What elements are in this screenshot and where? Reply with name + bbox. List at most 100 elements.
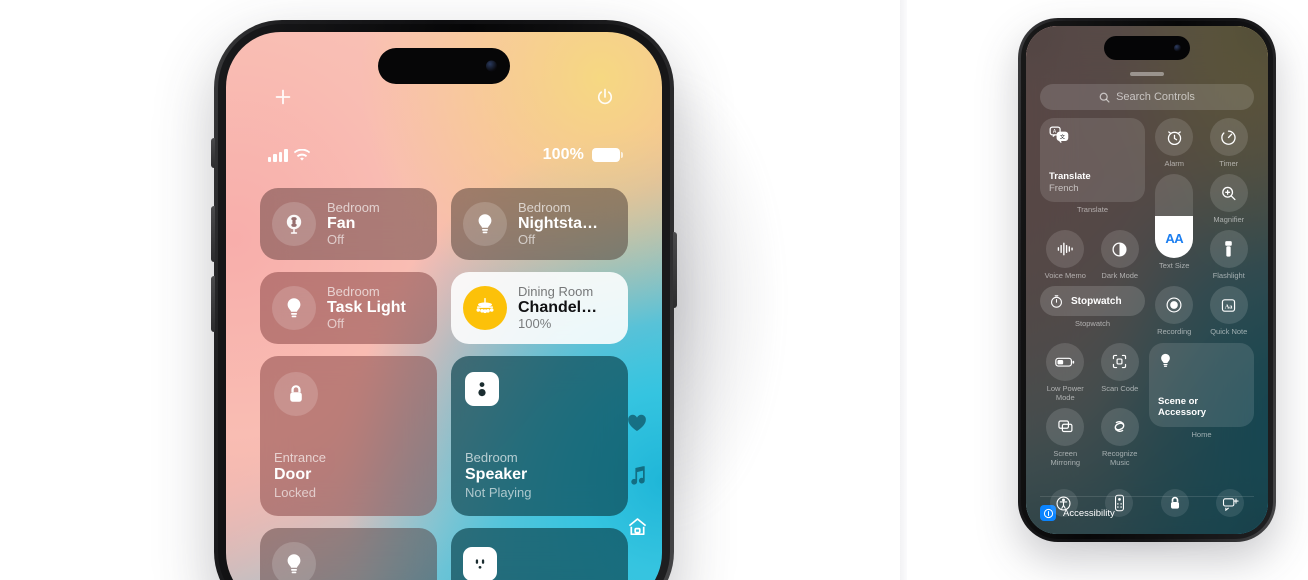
battery-low-icon	[1046, 342, 1085, 381]
control-low-power-mode[interactable]: Low Power Mode	[1040, 342, 1091, 402]
tile-text: Bedroom Fan Off	[327, 200, 425, 248]
tile-bedroom-speaker[interactable]: Bedroom Speaker Not Playing	[451, 356, 628, 516]
tile-room: Bedroom	[465, 450, 518, 466]
tile-header	[274, 372, 423, 416]
side-power-button[interactable]	[673, 232, 677, 308]
tile-header	[465, 372, 614, 406]
front-camera-icon-small	[1174, 44, 1181, 52]
tile-partial-outlet[interactable]	[451, 528, 628, 580]
control-scene-or-accessory[interactable]: Scene or Accessory Home	[1149, 342, 1254, 468]
tile-room: Entrance	[274, 450, 327, 466]
text-size-slider[interactable]: AA	[1155, 174, 1194, 259]
volume-down-button[interactable]	[211, 276, 215, 332]
control-dark-mode[interactable]: Dark Mode	[1095, 230, 1146, 280]
record-dot-icon	[1155, 286, 1194, 325]
control-text-size[interactable]: AA Text Size	[1149, 174, 1200, 280]
tile-state: Off	[327, 315, 345, 331]
control-label: Dark Mode	[1101, 271, 1139, 281]
control-scan-code[interactable]: Scan Code	[1095, 342, 1146, 402]
control-label: Low Power Mode	[1046, 383, 1084, 402]
stopwatch-title: Stopwatch	[1071, 295, 1122, 307]
battery-icon	[592, 148, 623, 162]
power-icon[interactable]	[592, 84, 618, 110]
control-center-screen: Search Controls A 文 Translate French Tra…	[1026, 26, 1268, 534]
control-center-grabber[interactable]	[1130, 72, 1164, 76]
control-recognize-music[interactable]: Recognize Music	[1095, 407, 1146, 467]
tile-room: Dining Room	[518, 283, 594, 299]
tile-name: Door	[274, 465, 312, 483]
heart-icon[interactable]	[626, 412, 648, 434]
dynamic-island-small	[1104, 36, 1190, 60]
quick-note-icon: Aa	[1209, 286, 1248, 325]
music-note-icon[interactable]	[626, 464, 648, 486]
remote-icon[interactable]	[1105, 489, 1134, 517]
flashlight-icon	[1209, 230, 1248, 269]
action-button[interactable]	[211, 138, 215, 168]
waveform-icon	[1046, 230, 1085, 269]
lightbulb-icon	[272, 542, 316, 580]
lightbulb-icon	[272, 286, 316, 330]
tile-text: Dining Room Chandel… 100%	[518, 283, 616, 332]
tile-bedroom-fan[interactable]: Bedroom Fan Off	[260, 188, 437, 260]
svg-text:Aa: Aa	[1225, 303, 1234, 310]
status-bar-right: 100%	[543, 146, 623, 164]
control-label: Alarm	[1164, 159, 1185, 168]
house-icon[interactable]	[626, 516, 648, 538]
control-alarm[interactable]: Alarm	[1149, 118, 1200, 168]
control-label: Home	[1191, 429, 1212, 439]
translate-icon: A 文	[1049, 126, 1136, 144]
stopwatch-pill[interactable]: Stopwatch	[1040, 286, 1145, 317]
control-flashlight[interactable]: Flashlight	[1204, 230, 1255, 280]
control-label: Voice Memo	[1044, 271, 1086, 281]
lock-rotation-icon[interactable]	[1160, 489, 1189, 517]
search-placeholder: Search Controls	[1116, 91, 1195, 103]
tile-entrance-door[interactable]: Entrance Door Locked	[260, 356, 437, 516]
translate-tile[interactable]: A 文 Translate French	[1040, 118, 1145, 202]
status-bar: 100%	[226, 142, 662, 168]
shazam-icon	[1100, 407, 1139, 446]
tile-text: Entrance Door Locked	[274, 450, 423, 500]
control-magnifier[interactable]: Magnifier	[1204, 174, 1255, 224]
control-screen-mirroring[interactable]: Screen Mirroring	[1040, 407, 1091, 467]
tile-bedroom-task-light[interactable]: Bedroom Task Light Off	[260, 272, 437, 344]
plus-icon[interactable]	[270, 84, 296, 110]
control-voice-memo[interactable]: Voice Memo	[1040, 230, 1091, 280]
control-timer[interactable]: Timer	[1204, 118, 1255, 168]
control-label: Recognize Music	[1102, 448, 1138, 467]
tile-text: Bedroom Task Light Off	[327, 283, 425, 332]
tile-partial-light[interactable]	[260, 528, 437, 580]
dynamic-island	[378, 48, 510, 84]
accessibility-person-icon[interactable]	[1049, 489, 1078, 517]
tile-room: Bedroom	[327, 283, 380, 299]
scene-accessory-tile[interactable]: Scene or Accessory	[1149, 342, 1254, 427]
control-label: Screen Mirroring	[1050, 448, 1081, 467]
lock-icon	[274, 372, 318, 416]
tile-dining-room-chandelier[interactable]: Dining Room Chandel… 100%	[451, 272, 628, 344]
search-controls-field[interactable]: Search Controls	[1040, 84, 1254, 110]
home-top-controls	[226, 84, 662, 114]
tile-state: Not Playing	[465, 484, 532, 500]
control-label: Stopwatch	[1074, 319, 1111, 329]
text-size-icon: AA	[1165, 231, 1184, 247]
control-quick-note[interactable]: Aa Quick Note	[1204, 286, 1255, 336]
svg-text:文: 文	[1060, 133, 1066, 141]
wifi-icon	[293, 148, 310, 162]
search-icon	[1099, 92, 1110, 103]
tile-text: Bedroom Nightsta… Off	[518, 200, 616, 248]
control-recording[interactable]: Recording	[1149, 286, 1200, 336]
tile-state: 100%	[518, 315, 552, 331]
tile-state: Off	[518, 231, 536, 247]
control-translate[interactable]: A 文 Translate French Translate	[1040, 118, 1145, 224]
note-add-icon[interactable]	[1216, 489, 1245, 517]
dark-mode-icon	[1100, 230, 1139, 269]
tile-state: Off	[327, 231, 345, 247]
tile-bedroom-nightstand[interactable]: Bedroom Nightsta… Off	[451, 188, 628, 260]
control-label: Timer	[1219, 159, 1239, 168]
outlet-icon	[463, 547, 497, 580]
tile-name: Task Light	[327, 299, 406, 317]
volume-up-button[interactable]	[211, 206, 215, 262]
lightbulb-icon	[463, 202, 507, 246]
screen-mirroring-icon	[1046, 407, 1085, 446]
tile-state: Locked	[274, 484, 316, 500]
control-stopwatch[interactable]: Stopwatch Stopwatch	[1040, 286, 1145, 336]
